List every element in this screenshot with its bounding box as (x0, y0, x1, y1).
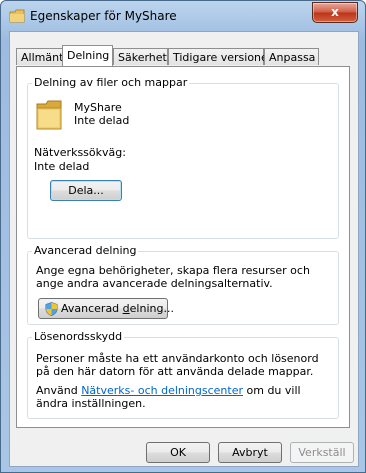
advanced-sharing-description: Ange egna behörigheter, skapa flera resu… (36, 264, 310, 290)
group-title: Delning av filer och mappar (32, 76, 190, 89)
window-title: Egenskaper för MyShare (30, 9, 177, 23)
advanced-sharing-group: Avancerad delning Ange egna behörigheter… (27, 244, 339, 325)
tab-security[interactable]: Säkerhet (113, 48, 168, 65)
file-folder-sharing-group: Delning av filer och mappar MyShare Inte… (27, 76, 339, 239)
apply-button[interactable]: Verkställ (290, 442, 354, 463)
folder-icon (9, 9, 25, 23)
advanced-sharing-button-label: Avancerad delning... (61, 302, 174, 315)
title-bar[interactable]: Egenskaper för MyShare x (1, 1, 365, 31)
shield-icon (45, 302, 58, 316)
password-protection-hint: Använd Nätverks- och delningscenter om d… (36, 384, 301, 410)
cancel-button[interactable]: Avbryt (218, 442, 282, 463)
folder-name: MyShare (74, 101, 122, 114)
tab-strip: Allmänt Delning Säkerhet Tidigare versio… (16, 44, 356, 66)
share-button[interactable]: Dela... (50, 180, 122, 201)
password-protection-group: Lösenordsskydd Personer måste ha ett anv… (27, 330, 339, 419)
tab-customize[interactable]: Anpassa (264, 48, 319, 65)
ok-button[interactable]: OK (146, 442, 210, 463)
tab-sharing[interactable]: Delning (62, 45, 113, 66)
tab-general[interactable]: Allmänt (16, 48, 63, 65)
folder-icon (36, 100, 62, 130)
group-title: Lösenordsskydd (32, 330, 125, 343)
group-title: Avancerad delning (32, 244, 139, 257)
dialog-client-area: Allmänt Delning Säkerhet Tidigare versio… (9, 31, 359, 467)
folder-share-status: Inte delad (74, 114, 130, 127)
properties-dialog: Egenskaper för MyShare x Allmänt Delning… (0, 0, 366, 473)
close-button[interactable]: x (312, 2, 358, 23)
password-protection-description: Personer måste ha ett användarkonto och … (36, 352, 319, 378)
sharing-tab-panel: Delning av filer och mappar MyShare Inte… (16, 66, 350, 428)
network-sharing-center-link[interactable]: Nätverks- och delningscenter (81, 384, 243, 397)
network-path-value: Inte delad (34, 160, 90, 173)
advanced-sharing-button[interactable]: Avancerad delning... (38, 298, 174, 319)
tab-previous-versions[interactable]: Tidigare versioner (168, 48, 272, 65)
network-path-label: Nätverkssökväg: (34, 146, 126, 159)
